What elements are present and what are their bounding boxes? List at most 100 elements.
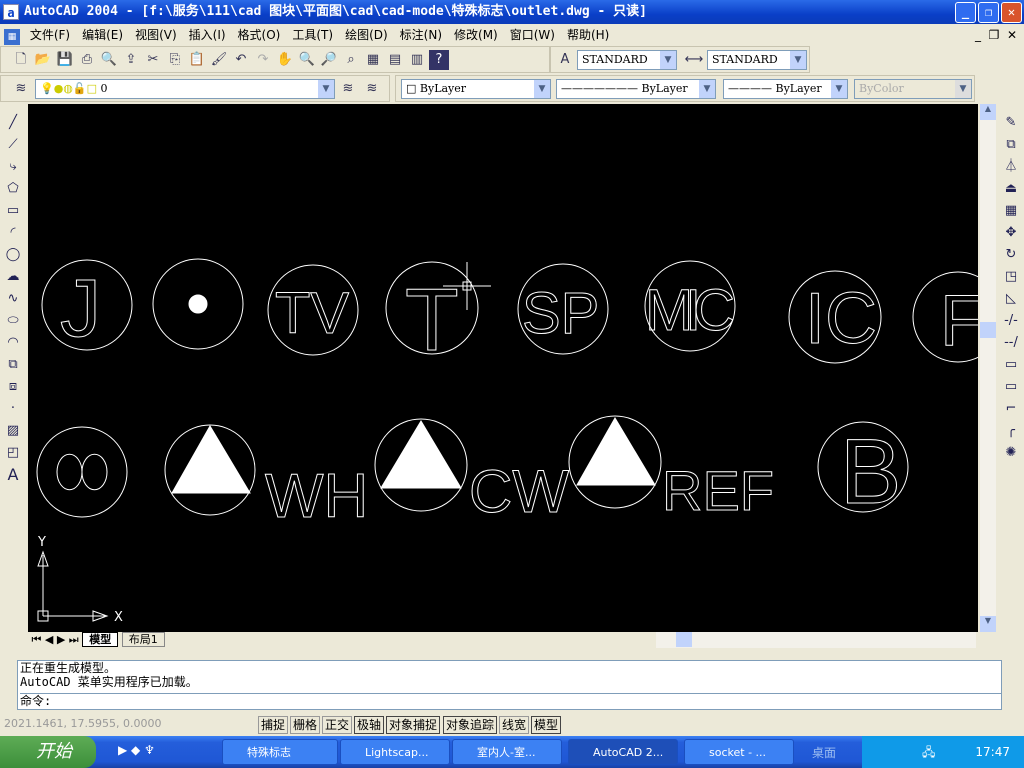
polar-toggle[interactable]: 极轴 (354, 716, 385, 734)
multiline-text-icon[interactable]: A (2, 464, 24, 486)
restore-button[interactable]: ❐ (978, 2, 999, 23)
save-icon[interactable]: 💾 (55, 50, 75, 70)
taskbar-item-browser[interactable]: 室内人-室... (452, 739, 562, 765)
match-properties-icon[interactable]: 🖌 (209, 50, 229, 70)
menu-format[interactable]: 格式(O) (232, 24, 287, 46)
tool-palettes-icon[interactable]: ▥ (407, 50, 427, 70)
ellipse-icon[interactable]: ⬭ (2, 310, 24, 332)
grid-toggle[interactable]: 栅格 (290, 716, 321, 734)
cut-icon[interactable]: ✂ (143, 50, 163, 70)
menu-draw[interactable]: 绘图(D) (339, 24, 394, 46)
zoom-realtime-icon[interactable]: 🔍 (297, 50, 317, 70)
drawing-canvas[interactable]: J TV T SP MIC IC F WH CW REF B Y X (28, 104, 978, 632)
ellipse-arc-icon[interactable]: ◠ (2, 332, 24, 354)
open-icon[interactable]: 📂 (33, 50, 53, 70)
menu-window[interactable]: 窗口(W) (504, 24, 561, 46)
copy-icon[interactable]: ⎘ (165, 50, 185, 70)
layer-manager-icon[interactable]: ≋ (11, 79, 31, 99)
chevron-down-icon[interactable]: ▼ (699, 80, 715, 98)
hatch-icon[interactable]: ▨ (2, 420, 24, 442)
extend-icon[interactable]: --/ (1000, 332, 1022, 354)
chevron-down-icon[interactable]: ▼ (790, 51, 806, 69)
print-icon[interactable]: ⎙ (77, 50, 97, 70)
line-icon[interactable]: ╱ (2, 112, 24, 134)
layer-previous-icon[interactable]: ≋ (362, 79, 382, 99)
command-input[interactable]: 命令: (20, 693, 1001, 708)
chevron-down-icon[interactable]: ▼ (660, 51, 676, 69)
menu-insert[interactable]: 插入(I) (183, 24, 232, 46)
osnap-toggle[interactable]: 对象捕捉 (386, 716, 441, 734)
zoom-previous-icon[interactable]: ⌕ (341, 50, 361, 70)
polyline-icon[interactable]: ⤷ (2, 156, 24, 178)
tab-layout1[interactable]: 布局1 (121, 632, 165, 647)
erase-icon[interactable]: ✎ (1000, 112, 1022, 134)
region-icon[interactable]: ◰ (2, 442, 24, 464)
circle-icon[interactable]: ◯ (2, 244, 24, 266)
make-object-layer-current-icon[interactable]: ≋ (338, 79, 358, 99)
redo-icon[interactable]: ↷ (253, 50, 273, 70)
chevron-down-icon[interactable]: ▼ (318, 80, 334, 98)
paste-icon[interactable]: 📋 (187, 50, 207, 70)
chevron-down-icon[interactable]: ▼ (831, 80, 847, 98)
tab-nav-buttons[interactable]: ⏮ ◀ ▶ ⏭ (28, 633, 82, 646)
chamfer-icon[interactable]: ⌐ (1000, 398, 1022, 420)
construction-line-icon[interactable]: ⟋ (2, 134, 24, 156)
menu-edit[interactable]: 编辑(E) (76, 24, 129, 46)
taskbar-item-lightscape[interactable]: Lightscap... (340, 739, 450, 765)
menu-tools[interactable]: 工具(T) (286, 24, 339, 46)
mirror-icon[interactable]: ⏃ (1000, 156, 1022, 178)
start-button[interactable]: 开始 (0, 736, 96, 768)
publish-icon[interactable]: ⇪ (121, 50, 141, 70)
taskbar-item-folder[interactable]: 特殊标志 (222, 739, 338, 765)
ortho-toggle[interactable]: 正交 (322, 716, 353, 734)
text-style-select[interactable]: STANDARD ▼ (577, 50, 677, 70)
scroll-down-icon[interactable]: ▼ (980, 616, 996, 632)
horizontal-scrollbar[interactable] (656, 632, 976, 648)
scroll-up-icon[interactable]: ▲ (980, 104, 996, 120)
scroll-thumb[interactable] (980, 322, 996, 338)
dim-style-select[interactable]: STANDARD ▼ (707, 50, 807, 70)
design-center-icon[interactable]: ▤ (385, 50, 405, 70)
explode-icon[interactable]: ✺ (1000, 442, 1022, 464)
array-icon[interactable]: ▦ (1000, 200, 1022, 222)
help-icon[interactable]: ? (429, 50, 449, 70)
layer-select[interactable]: 💡●◍🔓□ 0 ▼ (35, 79, 335, 99)
linetype-select[interactable]: ——————— ByLayer ▼ (556, 79, 716, 99)
insert-block-icon[interactable]: ⧉ (2, 354, 24, 376)
undo-icon[interactable]: ↶ (231, 50, 251, 70)
new-icon[interactable]: 🗋 (11, 50, 31, 70)
revision-cloud-icon[interactable]: ☁ (2, 266, 24, 288)
break-at-point-icon[interactable]: ▭ (1000, 354, 1022, 376)
otrack-toggle[interactable]: 对象追踪 (443, 716, 498, 734)
offset-icon[interactable]: ⏏ (1000, 178, 1022, 200)
fillet-icon[interactable]: ╭ (1000, 420, 1022, 442)
close-button[interactable]: ✕ (1001, 2, 1022, 23)
model-toggle[interactable]: 模型 (531, 716, 562, 734)
network-icon[interactable]: 🖧 (922, 745, 935, 759)
taskbar-item-socket[interactable]: socket - ... (684, 739, 794, 765)
properties-icon[interactable]: ▦ (363, 50, 383, 70)
rectangle-icon[interactable]: ▭ (2, 200, 24, 222)
taskbar-item-autocad[interactable]: AutoCAD 2... (568, 739, 678, 765)
spline-icon[interactable]: ∿ (2, 288, 24, 310)
menu-help[interactable]: 帮助(H) (561, 24, 615, 46)
doc-window-controls[interactable]: _ ❐ ✕ (975, 24, 1017, 46)
scroll-thumb[interactable] (676, 632, 692, 647)
trim-icon[interactable]: -/- (1000, 310, 1022, 332)
preview-icon[interactable]: 🔍 (99, 50, 119, 70)
arc-icon[interactable]: ◜ (2, 222, 24, 244)
color-select[interactable]: □ ByLayer ▼ (401, 79, 551, 99)
stretch-icon[interactable]: ◺ (1000, 288, 1022, 310)
menu-dimension[interactable]: 标注(N) (394, 24, 448, 46)
vertical-scrollbar[interactable]: ▲ ▼ (980, 104, 996, 632)
move-icon[interactable]: ✥ (1000, 222, 1022, 244)
pan-icon[interactable]: ✋ (275, 50, 295, 70)
rotate-icon[interactable]: ↻ (1000, 244, 1022, 266)
break-icon[interactable]: ▭ (1000, 376, 1022, 398)
menu-file[interactable]: 文件(F) (24, 24, 76, 46)
zoom-window-icon[interactable]: 🔎 (319, 50, 339, 70)
desktop-toolbar[interactable]: 桌面 (812, 744, 836, 761)
menu-modify[interactable]: 修改(M) (448, 24, 504, 46)
copy-object-icon[interactable]: ⧉ (1000, 134, 1022, 156)
chevron-down-icon[interactable]: ▼ (534, 80, 550, 98)
